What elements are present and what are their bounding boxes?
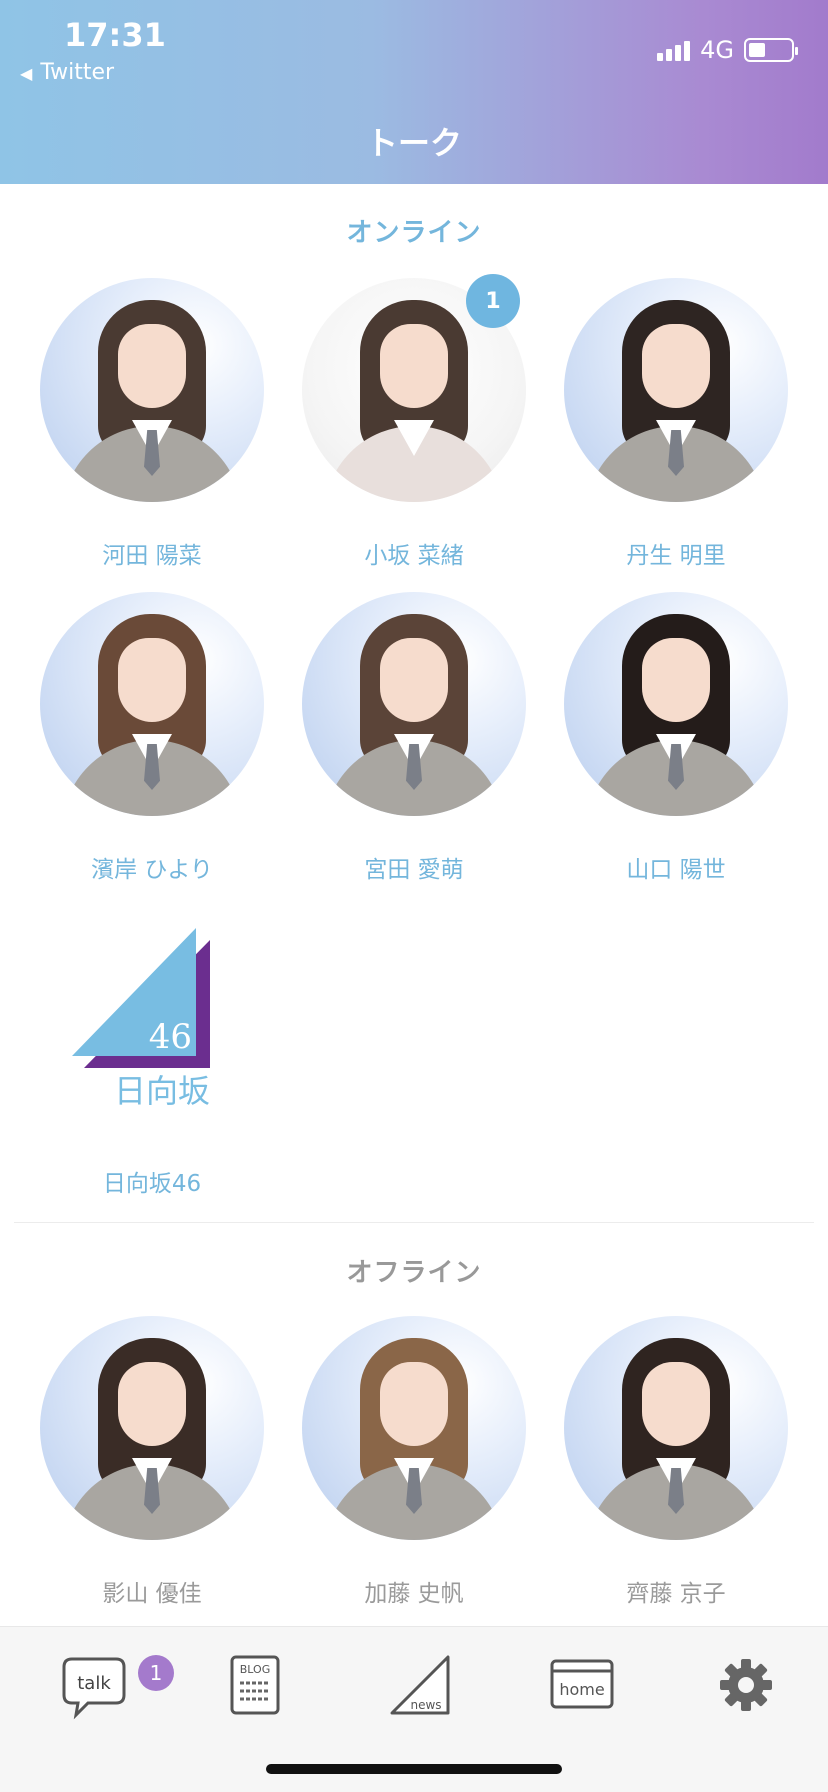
member-name: 濱岸 ひより — [91, 857, 213, 883]
logo-text: 日向坂 — [114, 1072, 210, 1110]
member-avatar — [40, 592, 264, 816]
back-link-label: Twitter — [40, 60, 115, 85]
logo-number: 46 — [149, 1017, 192, 1057]
member-name: 宮田 愛萌 — [364, 857, 464, 883]
member-avatar — [564, 1316, 788, 1540]
member-card[interactable]: 山口 陽世 — [564, 592, 788, 892]
page-title: トーク — [365, 124, 462, 162]
member-name: 齊藤 京子 — [626, 1581, 726, 1607]
member-card[interactable]: 丹生 明里 — [564, 278, 788, 578]
status-indicators: 4G — [657, 36, 798, 64]
home-indicator[interactable] — [266, 1764, 562, 1774]
tab-blog[interactable]: BLOG — [200, 1649, 300, 1749]
member-avatar — [302, 1316, 526, 1540]
home-icon: home — [550, 1659, 614, 1709]
member-card[interactable]: 齊藤 京子 — [564, 1316, 788, 1616]
news-icon: news — [390, 1655, 450, 1715]
tab-talk[interactable]: talk 1 — [36, 1649, 174, 1749]
member-avatar — [302, 592, 526, 816]
network-label: 4G — [700, 36, 734, 64]
back-to-twitter-link[interactable]: ◀ Twitter — [20, 60, 114, 85]
blog-icon: BLOG — [230, 1655, 280, 1715]
member-name: 丹生 明里 — [626, 543, 726, 569]
member-card[interactable]: 影山 優佳 — [40, 1316, 264, 1616]
hinatazaka-logo-icon: 46 日向坂 — [72, 928, 210, 1110]
header-bar: 17:31 ◀ Twitter 4G トーク — [0, 0, 828, 184]
member-name: 山口 陽世 — [626, 857, 726, 883]
member-card[interactable]: 河田 陽菜 — [40, 278, 264, 578]
member-name: 影山 優佳 — [102, 1581, 202, 1607]
member-card[interactable]: 濱岸 ひより — [40, 592, 264, 892]
member-name: 小坂 菜緒 — [364, 543, 464, 569]
group-card[interactable]: 46 日向坂 日向坂46 — [40, 906, 264, 1206]
talk-icon-label: talk — [77, 1673, 111, 1694]
tab-home[interactable]: home — [528, 1649, 628, 1749]
status-time: 17:31 — [64, 16, 166, 54]
member-name: 河田 陽菜 — [102, 543, 202, 569]
member-name: 加藤 史帆 — [364, 1581, 464, 1607]
news-icon-label: news — [410, 1698, 441, 1712]
unread-badge: 1 — [466, 274, 520, 328]
member-name: 日向坂46 — [102, 1171, 202, 1197]
offline-section-title: オフライン — [346, 1258, 482, 1288]
member-avatar — [40, 1316, 264, 1540]
gear-icon — [720, 1659, 772, 1711]
talk-icon: talk — [62, 1657, 126, 1720]
talk-unread-badge: 1 — [138, 1655, 174, 1691]
tab-news[interactable]: news — [364, 1649, 464, 1749]
blog-icon-label: BLOG — [240, 1663, 270, 1676]
member-avatar — [40, 278, 264, 502]
member-avatar — [564, 278, 788, 502]
battery-icon — [744, 38, 798, 62]
member-avatar — [564, 592, 788, 816]
member-card[interactable]: 宮田 愛萌 — [302, 592, 526, 892]
tab-settings[interactable] — [692, 1649, 792, 1749]
member-card[interactable]: 加藤 史帆 — [302, 1316, 526, 1616]
home-icon-label: home — [559, 1680, 604, 1699]
back-arrow-icon: ◀ — [20, 64, 33, 83]
signal-icon — [657, 39, 691, 61]
online-section-title: オンライン — [346, 218, 482, 248]
section-divider — [14, 1222, 814, 1223]
member-card[interactable]: 1 小坂 菜緒 — [302, 274, 526, 578]
